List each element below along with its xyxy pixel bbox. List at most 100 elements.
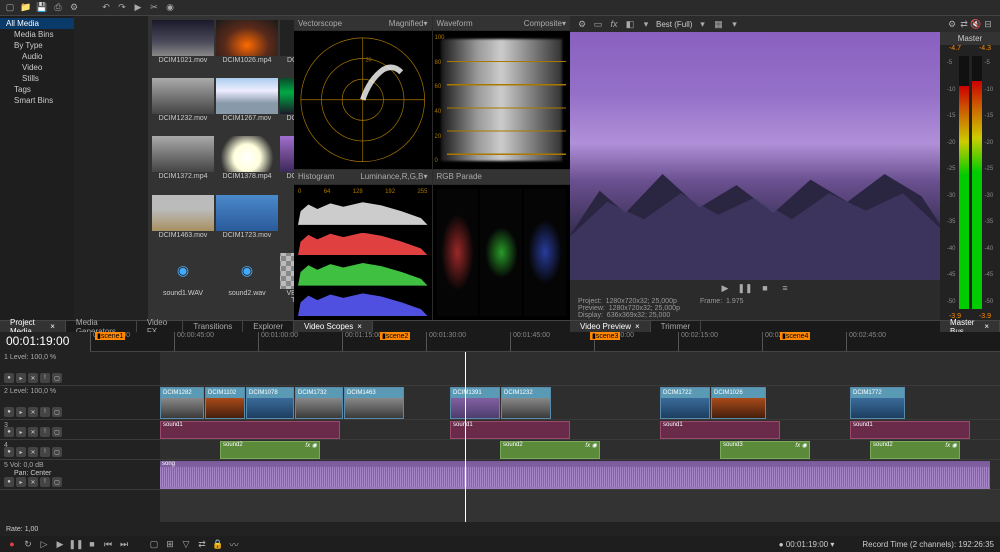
media-item[interactable]: DCIM1372.mp4 — [152, 136, 214, 192]
timeline-marker[interactable]: ▮scene3 — [590, 332, 620, 340]
rate-value[interactable]: 1,00 — [25, 526, 39, 533]
fx-icon[interactable]: fx — [608, 18, 620, 30]
media-item[interactable]: DCIM1378.mp4 — [216, 136, 278, 192]
video-clip[interactable]: DCIM1078 — [246, 387, 294, 419]
timeline-marker[interactable]: ▮scene1 — [95, 332, 125, 340]
play-icon[interactable]: ▶ — [132, 2, 144, 14]
tool-normal[interactable]: ▢ — [148, 538, 160, 550]
waveform-header[interactable]: WaveformComposite ▾ — [433, 16, 571, 30]
media-item[interactable]: DCIM1392.mp4 — [280, 136, 294, 192]
stop-button[interactable]: ■ — [86, 538, 98, 550]
tree-item[interactable]: Tags — [0, 84, 74, 95]
media-item[interactable]: DCIM1463.mov — [152, 195, 214, 251]
overlay-icon[interactable]: ▦ — [712, 18, 724, 30]
settings-icon[interactable]: ⚙ — [68, 2, 80, 14]
master-gear-icon[interactable]: ⚙ — [946, 18, 958, 30]
audio-clip[interactable]: sound1 — [850, 421, 970, 439]
preview-monitor-icon[interactable]: ▭ — [592, 18, 604, 30]
tree-item[interactable]: Audio — [0, 51, 74, 62]
video-clip[interactable]: DCIM1026 — [711, 387, 766, 419]
tab[interactable]: Trimmer — [651, 321, 701, 332]
tree-item[interactable]: By Type — [0, 40, 74, 51]
tool-ripple[interactable]: ⇄ — [196, 538, 208, 550]
master-link-icon[interactable]: ⇄ — [958, 18, 970, 30]
track-header[interactable]: 5 Vol: 0,0 dBPan: Center●▸✕!▢ — [0, 460, 160, 490]
video-clip[interactable]: DCIM1463 — [344, 387, 404, 419]
video-clip[interactable]: DCIM1732 — [295, 387, 343, 419]
media-item[interactable]: DCIM1267.mov — [216, 78, 278, 134]
redo-icon[interactable]: ↷ — [116, 2, 128, 14]
audio-clip[interactable]: sound3 fx ◉ — [720, 441, 810, 459]
track-lanes[interactable]: DCIM1282DCIM1102DCIM1078DCIM1732DCIM1463… — [160, 352, 1000, 522]
new-icon[interactable]: ▢ — [4, 2, 16, 14]
track-header[interactable]: 2 Level: 100,0 %●▸✕!▢ — [0, 386, 160, 420]
master-mute-icon[interactable]: 🔇 — [970, 18, 982, 30]
media-item[interactable]: ◉sound1.WAV — [152, 253, 214, 316]
tree-item[interactable]: All Media — [0, 18, 74, 29]
tool-marker[interactable]: ▽ — [180, 538, 192, 550]
track-header[interactable]: 3 ●▸✕!▢ — [0, 420, 160, 440]
audio-clip[interactable]: sound1 — [450, 421, 570, 439]
preview-pause-icon[interactable]: ❚❚ — [739, 282, 751, 294]
undo-icon[interactable]: ↶ — [100, 2, 112, 14]
preview-video[interactable] — [570, 32, 940, 280]
media-item[interactable]: DCIM1723.mov — [216, 195, 278, 251]
tree-item[interactable]: Smart Bins — [0, 95, 74, 106]
rgb-parade-header[interactable]: RGB Parade — [433, 170, 571, 184]
audio-clip[interactable]: sound2 fx ◉ — [500, 441, 600, 459]
media-item[interactable]: ◉song.mp3 — [280, 195, 294, 251]
open-icon[interactable]: 📁 — [20, 2, 32, 14]
video-clip[interactable]: DCIM1232 — [501, 387, 551, 419]
histogram-header[interactable]: HistogramLuminance,R,G,B ▾ — [294, 170, 432, 184]
master-close-icon[interactable]: ⊟ — [982, 18, 994, 30]
tree-item[interactable]: Video — [0, 62, 74, 73]
tab[interactable]: Explorer — [243, 321, 294, 332]
tab[interactable]: Video FX — [137, 321, 184, 332]
audio-clip[interactable]: song — [160, 461, 990, 489]
media-tree[interactable]: All MediaMedia BinsBy TypeAudioVideoStil… — [0, 16, 74, 320]
tool-snap[interactable]: ⊞ — [164, 538, 176, 550]
render-icon[interactable]: ⎙ — [52, 2, 64, 14]
tab[interactable]: Transitions — [183, 321, 243, 332]
go-start-icon[interactable]: ⏮ — [102, 538, 114, 550]
playhead[interactable] — [465, 352, 466, 522]
tab[interactable]: Project Media × — [0, 321, 66, 332]
quality-dropdown[interactable]: ▾ — [640, 18, 652, 30]
timeline-ruler[interactable]: 00:01:19:00 00:00:30:0000:00:45:0000:01:… — [0, 332, 1000, 352]
media-item[interactable]: VEGAS Titles & Text abstract — [280, 253, 294, 316]
go-end-icon[interactable]: ⏭ — [118, 538, 130, 550]
split-icon[interactable]: ◧ — [624, 18, 636, 30]
timecode[interactable]: 00:01:19:00 — [0, 332, 90, 352]
audio-clip[interactable]: sound1 — [660, 421, 780, 439]
play-button[interactable]: ▶ — [54, 538, 66, 550]
tool-envelope[interactable]: 〰 — [228, 538, 240, 550]
pause-button[interactable]: ❚❚ — [70, 538, 82, 550]
tree-item[interactable]: Stills — [0, 73, 74, 84]
tab[interactable]: Master Bus × — [940, 321, 1000, 332]
timeline-marker[interactable]: ▮scene4 — [780, 332, 810, 340]
track-header[interactable]: 4 ●▸✕!▢ — [0, 440, 160, 460]
timeline-marker[interactable]: ▮scene2 — [380, 332, 410, 340]
video-clip[interactable]: DCIM1722 — [660, 387, 710, 419]
media-item[interactable]: DCIM1021.mov — [152, 20, 214, 76]
play-start-icon[interactable]: ▷ — [38, 538, 50, 550]
track-header[interactable]: 1 Level: 100,0 %●▸✕!▢ — [0, 352, 160, 386]
vectorscope-header[interactable]: VectorscopeMagnified ▾ — [294, 16, 432, 30]
tab[interactable]: Media Generators — [66, 321, 137, 332]
record-icon[interactable]: ● — [6, 538, 18, 550]
media-item[interactable]: ◉sound2.wav — [216, 253, 278, 316]
save-icon[interactable]: 💾 — [36, 2, 48, 14]
cut-icon[interactable]: ✂ — [148, 2, 160, 14]
audio-clip[interactable]: sound1 — [160, 421, 340, 439]
video-clip[interactable]: DCIM1772 — [850, 387, 905, 419]
preview-stop-icon[interactable]: ■ — [759, 282, 771, 294]
picker-icon[interactable]: ◉ — [164, 2, 176, 14]
preview-settings-icon[interactable]: ⚙ — [576, 18, 588, 30]
audio-clip[interactable]: sound2 fx ◉ — [870, 441, 960, 459]
tool-lock[interactable]: 🔒 — [212, 538, 224, 550]
video-clip[interactable]: DCIM1282 — [160, 387, 204, 419]
video-clip[interactable]: DCIM1391 — [450, 387, 500, 419]
tab[interactable]: Video Scopes × — [294, 321, 373, 332]
media-item[interactable]: DCIM1102.mov — [280, 20, 294, 76]
media-item[interactable]: DCIM1232.mov — [152, 78, 214, 134]
